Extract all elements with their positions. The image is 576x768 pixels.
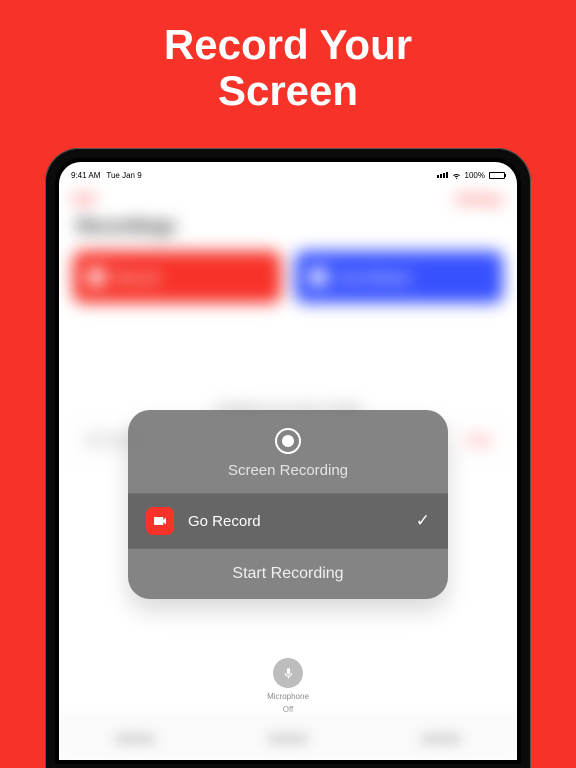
tab-bar — [59, 716, 517, 760]
app-icon — [146, 507, 174, 535]
record-icon — [275, 428, 301, 454]
nav-left-action: Edit — [73, 192, 96, 206]
page-title: Recordings — [77, 216, 503, 237]
device-frame: 9:41 AM Tue Jan 9 100% Edit Settings — [45, 148, 531, 768]
microphone-icon — [273, 658, 303, 688]
panel-title: Screen Recording — [228, 462, 348, 479]
nav-right-action: Settings — [456, 192, 503, 206]
start-recording-label: Start Recording — [232, 565, 343, 582]
checkmark-icon: ✓ — [416, 511, 430, 531]
start-recording-button[interactable]: Start Recording — [128, 549, 448, 599]
headline-line-2: Screen — [0, 68, 576, 114]
microphone-label-2: Off — [283, 705, 294, 714]
record-button-blurred: Record — [73, 251, 281, 303]
microphone-toggle[interactable]: Microphone Off — [59, 658, 517, 714]
promo-headline: Record Your Screen — [0, 0, 576, 114]
headline-line-1: Record Your — [0, 22, 576, 68]
app-option-row[interactable]: Go Record ✓ — [128, 493, 448, 549]
device-screen: 9:41 AM Tue Jan 9 100% Edit Settings — [59, 162, 517, 760]
stream-button-blurred: Live Stream — [295, 251, 503, 303]
microphone-label-1: Microphone — [267, 692, 309, 701]
app-option-label: Go Record — [188, 513, 416, 530]
screen-recording-panel: Screen Recording Go Record ✓ Start Recor… — [128, 410, 448, 599]
